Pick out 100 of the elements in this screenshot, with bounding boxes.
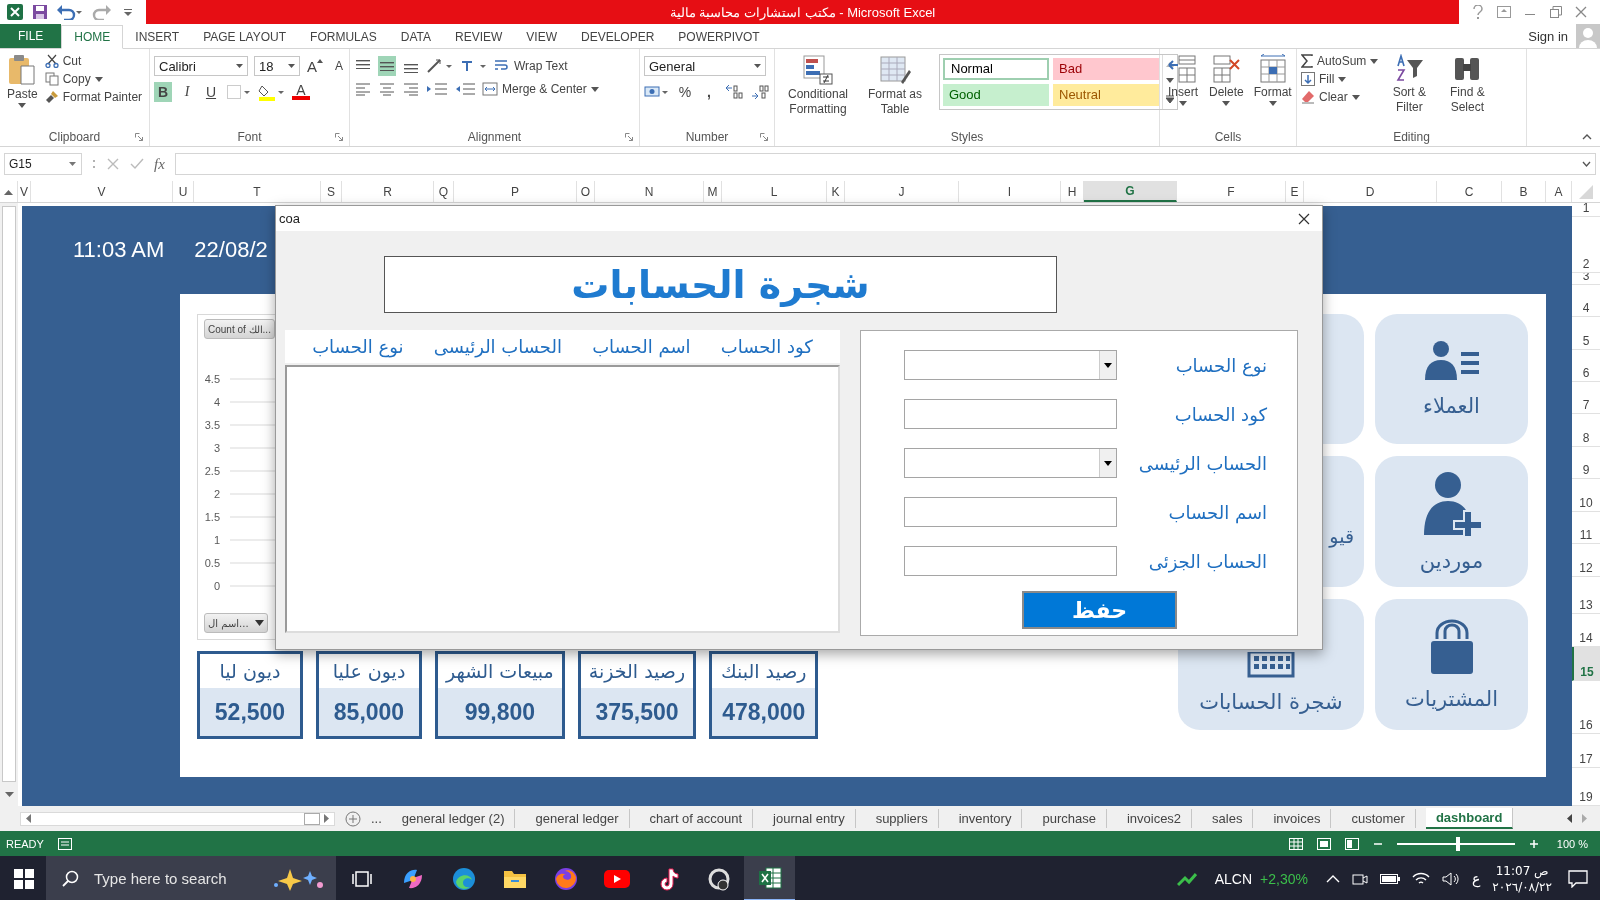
font-name-field[interactable]: Calibri <box>154 56 248 76</box>
stock-symbol[interactable]: ALCN <box>1214 870 1253 887</box>
ribbon-tab[interactable]: FILE <box>0 24 62 48</box>
speaker-icon[interactable] <box>1442 871 1460 886</box>
decrease-decimal-icon[interactable] <box>750 84 770 100</box>
menu-tile[interactable]: العملاء <box>1375 314 1528 444</box>
orientation-icon[interactable] <box>426 58 454 74</box>
chevron-up-icon[interactable] <box>1326 873 1340 884</box>
row-header[interactable]: 15 <box>1572 647 1600 681</box>
number-format-field[interactable]: General <box>644 56 766 76</box>
camera-icon[interactable] <box>1352 871 1368 886</box>
scroll-right-icon[interactable] <box>324 814 330 823</box>
collapse-ribbon-icon[interactable] <box>1582 134 1592 140</box>
ribbon-tab[interactable]: DEVELOPER <box>569 26 667 48</box>
column-header[interactable]: M <box>704 181 722 202</box>
clock-date[interactable]: ٢٠٢٦/٠٨/٢٢ <box>1492 878 1552 895</box>
row-header[interactable]: 11 <box>1572 512 1600 544</box>
sheet-tab[interactable]: sales <box>1202 809 1254 828</box>
sort-filter-button[interactable]: Sort & Filter <box>1382 52 1437 117</box>
ribbon-display-icon[interactable] <box>1497 6 1512 18</box>
row-header[interactable]: 13 <box>1572 577 1600 614</box>
format-painter-button[interactable]: Format Painter <box>44 90 143 104</box>
delete-cells-button[interactable]: Delete <box>1206 52 1247 108</box>
column-header[interactable]: D <box>1304 181 1437 202</box>
cut-button[interactable]: Cut <box>44 54 143 68</box>
font-size-field[interactable]: 18 <box>254 56 300 76</box>
expand-icon[interactable] <box>1582 161 1591 167</box>
font-style-button[interactable]: I <box>178 82 196 102</box>
row-header[interactable]: 12 <box>1572 544 1600 577</box>
save-button[interactable]: حفظ <box>1022 591 1177 629</box>
column-header[interactable]: R <box>342 181 434 202</box>
value-field-button[interactable]: Count of الك... <box>204 319 275 339</box>
comma-button[interactable]: , <box>700 82 718 102</box>
dialog-launcher-icon[interactable] <box>760 133 768 141</box>
cell-style-option[interactable]: Neutral <box>1053 84 1159 106</box>
column-header[interactable]: K <box>827 181 845 202</box>
find-select-button[interactable]: Find & Select <box>1440 52 1495 117</box>
column-header[interactable]: A <box>1546 181 1572 202</box>
ribbon-tab[interactable]: HOME <box>61 25 124 49</box>
horizontal-scrollbar[interactable] <box>20 811 335 826</box>
more-sheets-button[interactable]: ... <box>371 811 382 826</box>
input-field[interactable] <box>904 399 1117 429</box>
page-break-icon[interactable] <box>1344 837 1359 850</box>
dialog-launcher-icon[interactable] <box>625 133 633 141</box>
row-header[interactable]: 1 <box>1572 203 1600 217</box>
battery-icon[interactable] <box>1380 872 1400 885</box>
percent-button[interactable]: % <box>676 82 694 102</box>
insert-cells-button[interactable]: Insert <box>1164 52 1202 108</box>
previous-sheet-icon[interactable] <box>1566 814 1572 823</box>
cell-style-option[interactable]: Good <box>943 84 1049 106</box>
ribbon-tab[interactable]: FORMULAS <box>298 26 389 48</box>
paste-button[interactable]: Paste <box>4 52 41 110</box>
column-header[interactable]: Q <box>434 181 454 202</box>
accounting-icon[interactable] <box>644 84 670 100</box>
row-header[interactable]: 9 <box>1572 447 1600 479</box>
column-header[interactable]: V <box>31 181 173 202</box>
save-icon[interactable] <box>32 4 48 20</box>
column-header[interactable]: U <box>173 181 194 202</box>
macro-record-icon[interactable] <box>57 837 72 850</box>
text-direction-icon[interactable] <box>460 58 488 74</box>
row-header[interactable]: 5 <box>1572 317 1600 350</box>
shrink-font-button[interactable]: A <box>330 56 348 76</box>
insert-function-button[interactable]: fx <box>154 155 165 173</box>
merge-center-button[interactable]: Merge & Center <box>482 82 599 96</box>
taskbar-sheet-app[interactable] <box>744 856 795 900</box>
dropdown-field[interactable] <box>904 350 1117 380</box>
zoom-in-icon[interactable] <box>1528 838 1539 849</box>
sign-in-link[interactable]: Sign in <box>1528 28 1568 44</box>
column-header[interactable]: V <box>18 181 31 202</box>
undo-icon[interactable] <box>56 4 82 20</box>
zoom-slider-thumb[interactable] <box>1456 836 1461 851</box>
font-style-button[interactable]: U <box>202 82 220 102</box>
autosum-button[interactable]: AutoSum <box>1301 54 1379 68</box>
row-header[interactable]: 4 <box>1572 285 1600 317</box>
sheet-tab[interactable]: general ledger <box>525 809 630 828</box>
fill-button[interactable]: Fill <box>1301 72 1379 86</box>
language-indicator[interactable]: ع <box>1472 870 1481 887</box>
indent-icon[interactable] <box>426 82 448 96</box>
scrollbar-thumb[interactable] <box>2 206 16 782</box>
row-header[interactable]: 6 <box>1572 350 1600 382</box>
sheet-tab[interactable]: invoices <box>1263 809 1332 828</box>
column-header[interactable]: C <box>1437 181 1502 202</box>
ribbon-tab[interactable]: POWERPIVOT <box>666 26 772 48</box>
copy-button[interactable]: Copy <box>44 72 143 86</box>
wifi-icon[interactable] <box>1412 871 1430 886</box>
page-layout-icon[interactable] <box>1316 837 1331 850</box>
cell-style-option[interactable]: Bad <box>1053 58 1159 80</box>
column-header[interactable]: S <box>321 181 342 202</box>
column-header[interactable]: L <box>722 181 827 202</box>
clock-time[interactable]: 11:07 ص <box>1495 862 1549 879</box>
sheet-tab[interactable]: dashboard <box>1425 808 1514 829</box>
column-header[interactable]: F <box>1177 181 1286 202</box>
dropdown-field[interactable] <box>904 448 1117 478</box>
column-header[interactable]: N <box>595 181 704 202</box>
row-header[interactable]: 7 <box>1572 382 1600 414</box>
format-as-table-button[interactable]: Format as Table <box>861 52 929 119</box>
ribbon-tab[interactable]: REVIEW <box>443 26 515 48</box>
sheet-tab[interactable]: chart of account <box>639 809 754 828</box>
column-header[interactable]: B <box>1502 181 1546 202</box>
outdent-icon[interactable] <box>454 82 476 96</box>
